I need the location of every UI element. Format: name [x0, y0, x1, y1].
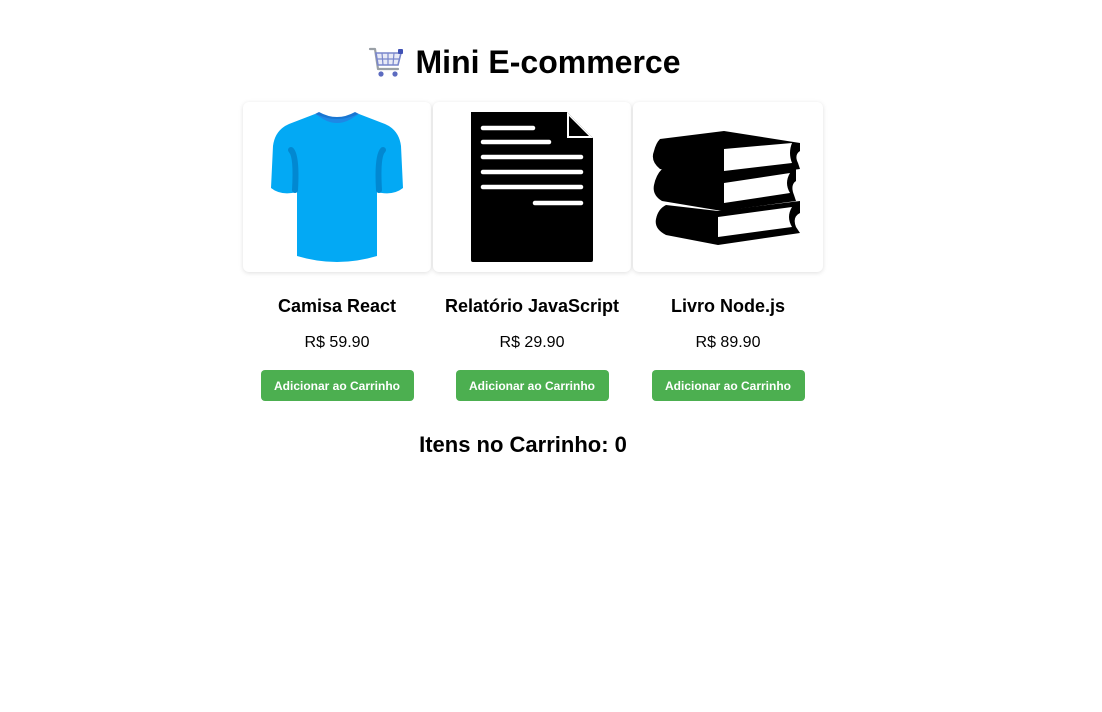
product-image [633, 102, 823, 272]
product-price: R$ 29.90 [499, 334, 565, 351]
document-icon [471, 112, 593, 262]
add-to-cart-button[interactable]: Adicionar ao Carrinho [455, 370, 609, 401]
product-name: Camisa React [277, 296, 397, 316]
product-card: Relatório JavaScript R$ 29.90 Adicionar … [433, 102, 631, 401]
page: Mini E-commerce Camisa React R$ 59.90 Ad… [0, 0, 1102, 712]
product-name: Livro Node.js [670, 296, 786, 316]
product-card: Livro Node.js R$ 89.90 Adicionar ao Carr… [633, 102, 823, 401]
product-price: R$ 59.90 [304, 334, 370, 351]
product-image [433, 102, 631, 272]
shopping-cart-icon [368, 45, 404, 79]
add-to-cart-button[interactable]: Adicionar ao Carrinho [260, 370, 414, 401]
books-icon [652, 131, 800, 245]
cart-item-count: Itens no Carrinho: 0 [419, 432, 627, 457]
page-header: Mini E-commerce [0, 40, 1075, 84]
page-title: Mini E-commerce [415, 44, 681, 80]
product-price: R$ 89.90 [695, 334, 761, 351]
product-image [243, 102, 431, 272]
product-card: Camisa React R$ 59.90 Adicionar ao Carri… [243, 102, 431, 401]
product-name: Relatório JavaScript [444, 296, 620, 316]
tshirt-icon [271, 112, 403, 262]
add-to-cart-button[interactable]: Adicionar ao Carrinho [651, 370, 805, 401]
